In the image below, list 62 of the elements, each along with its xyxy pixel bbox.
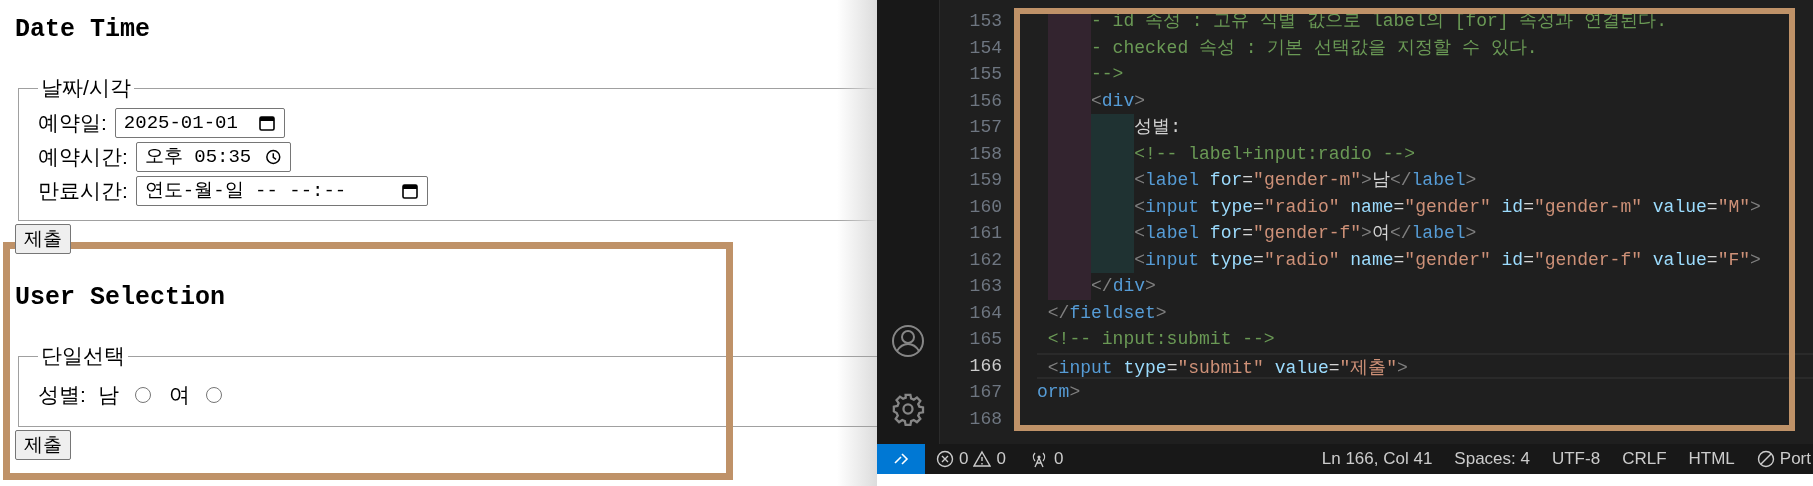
- ports-status[interactable]: Port: [1756, 446, 1811, 472]
- settings-icon[interactable]: [891, 392, 925, 426]
- remote-button[interactable]: [877, 444, 925, 474]
- line-number: 159: [968, 169, 1002, 192]
- line-number: 162: [968, 248, 1002, 272]
- line-number: 163: [968, 275, 1002, 298]
- line-number: 164: [968, 301, 1002, 325]
- section-heading: User Selection: [15, 283, 227, 313]
- date-input[interactable]: 2025-01-01: [114, 108, 285, 138]
- code-line: <!-- input:submit -->: [1046, 328, 1275, 351]
- line-number: 160: [968, 195, 1002, 219]
- line-number: 155: [968, 63, 1002, 86]
- code-line: - checked 속성 : 기본 선택값을 지정할 수 있다.: [1037, 34, 1538, 61]
- encoding-status[interactable]: UTF-8: [1551, 446, 1601, 472]
- code-line: orm>: [1037, 381, 1081, 404]
- line-number: 156: [968, 89, 1002, 113]
- group-legend: 단일선택: [38, 344, 128, 368]
- calendar-icon: [400, 182, 419, 200]
- line-number: 166: [968, 354, 1002, 378]
- warning-icon: [973, 450, 992, 468]
- time-input[interactable]: 오후 05:35: [135, 142, 291, 172]
- line-number: 157: [968, 116, 1002, 139]
- code-line: <input type="radio" name="gender" id="gender-m" value="M">: [1037, 193, 1761, 220]
- radio-label[interactable]: 남: [97, 379, 119, 411]
- line-ending-status[interactable]: CRLF: [1622, 446, 1667, 472]
- code-line: </fieldset>: [1046, 301, 1167, 325]
- line-number: 165: [968, 328, 1002, 351]
- field-label: 예약일:: [38, 110, 107, 137]
- clock-icon: [265, 148, 282, 166]
- line-number: 153: [968, 10, 1002, 33]
- code-line: <div>: [1037, 87, 1146, 114]
- cursor-position[interactable]: Ln 166, Col 41: [1321, 446, 1433, 472]
- code-line: <label for="gender-m">남</label>: [1037, 167, 1477, 194]
- group-legend: 날짜/시각: [38, 76, 134, 100]
- remote-icon: [892, 451, 910, 467]
- field-label: 성별:: [38, 382, 86, 409]
- submit-button[interactable]: 제출: [15, 430, 71, 460]
- line-number: 167: [968, 381, 1002, 404]
- line-number: 154: [968, 36, 1002, 60]
- code-line: <!-- label+input:radio -->: [1037, 140, 1416, 167]
- code-line: <input type="submit" value="제출">: [1046, 356, 1408, 377]
- ports-button[interactable]: 0: [1029, 446, 1064, 472]
- blocked-icon: [1756, 450, 1775, 468]
- indentation-status[interactable]: Spaces: 4: [1454, 446, 1530, 472]
- code-line: 성별:: [1037, 114, 1182, 141]
- field-label: 만료시간:: [38, 178, 128, 205]
- error-icon: [936, 450, 954, 468]
- calendar-icon: [257, 114, 276, 132]
- submit-button[interactable]: 제출: [15, 224, 71, 254]
- problems-button[interactable]: 0 0: [936, 446, 1006, 472]
- radio-label[interactable]: 여: [168, 379, 190, 411]
- language-mode[interactable]: HTML: [1688, 446, 1735, 472]
- code-line: <input type="radio" name="gender" id="gender-f" value="F">: [1037, 246, 1761, 273]
- line-number: 158: [968, 142, 1002, 166]
- code-line: <label for="gender-f">여</label>: [1037, 220, 1477, 247]
- line-number: 168: [968, 407, 1002, 431]
- section-heading: Date Time: [15, 15, 152, 45]
- code-line: </div>: [1037, 273, 1156, 300]
- line-number: 161: [968, 222, 1002, 245]
- field-label: 예약시간:: [38, 144, 128, 171]
- account-icon[interactable]: [891, 324, 925, 358]
- datetime-input[interactable]: 연도-월-일 -- --:--: [135, 176, 428, 206]
